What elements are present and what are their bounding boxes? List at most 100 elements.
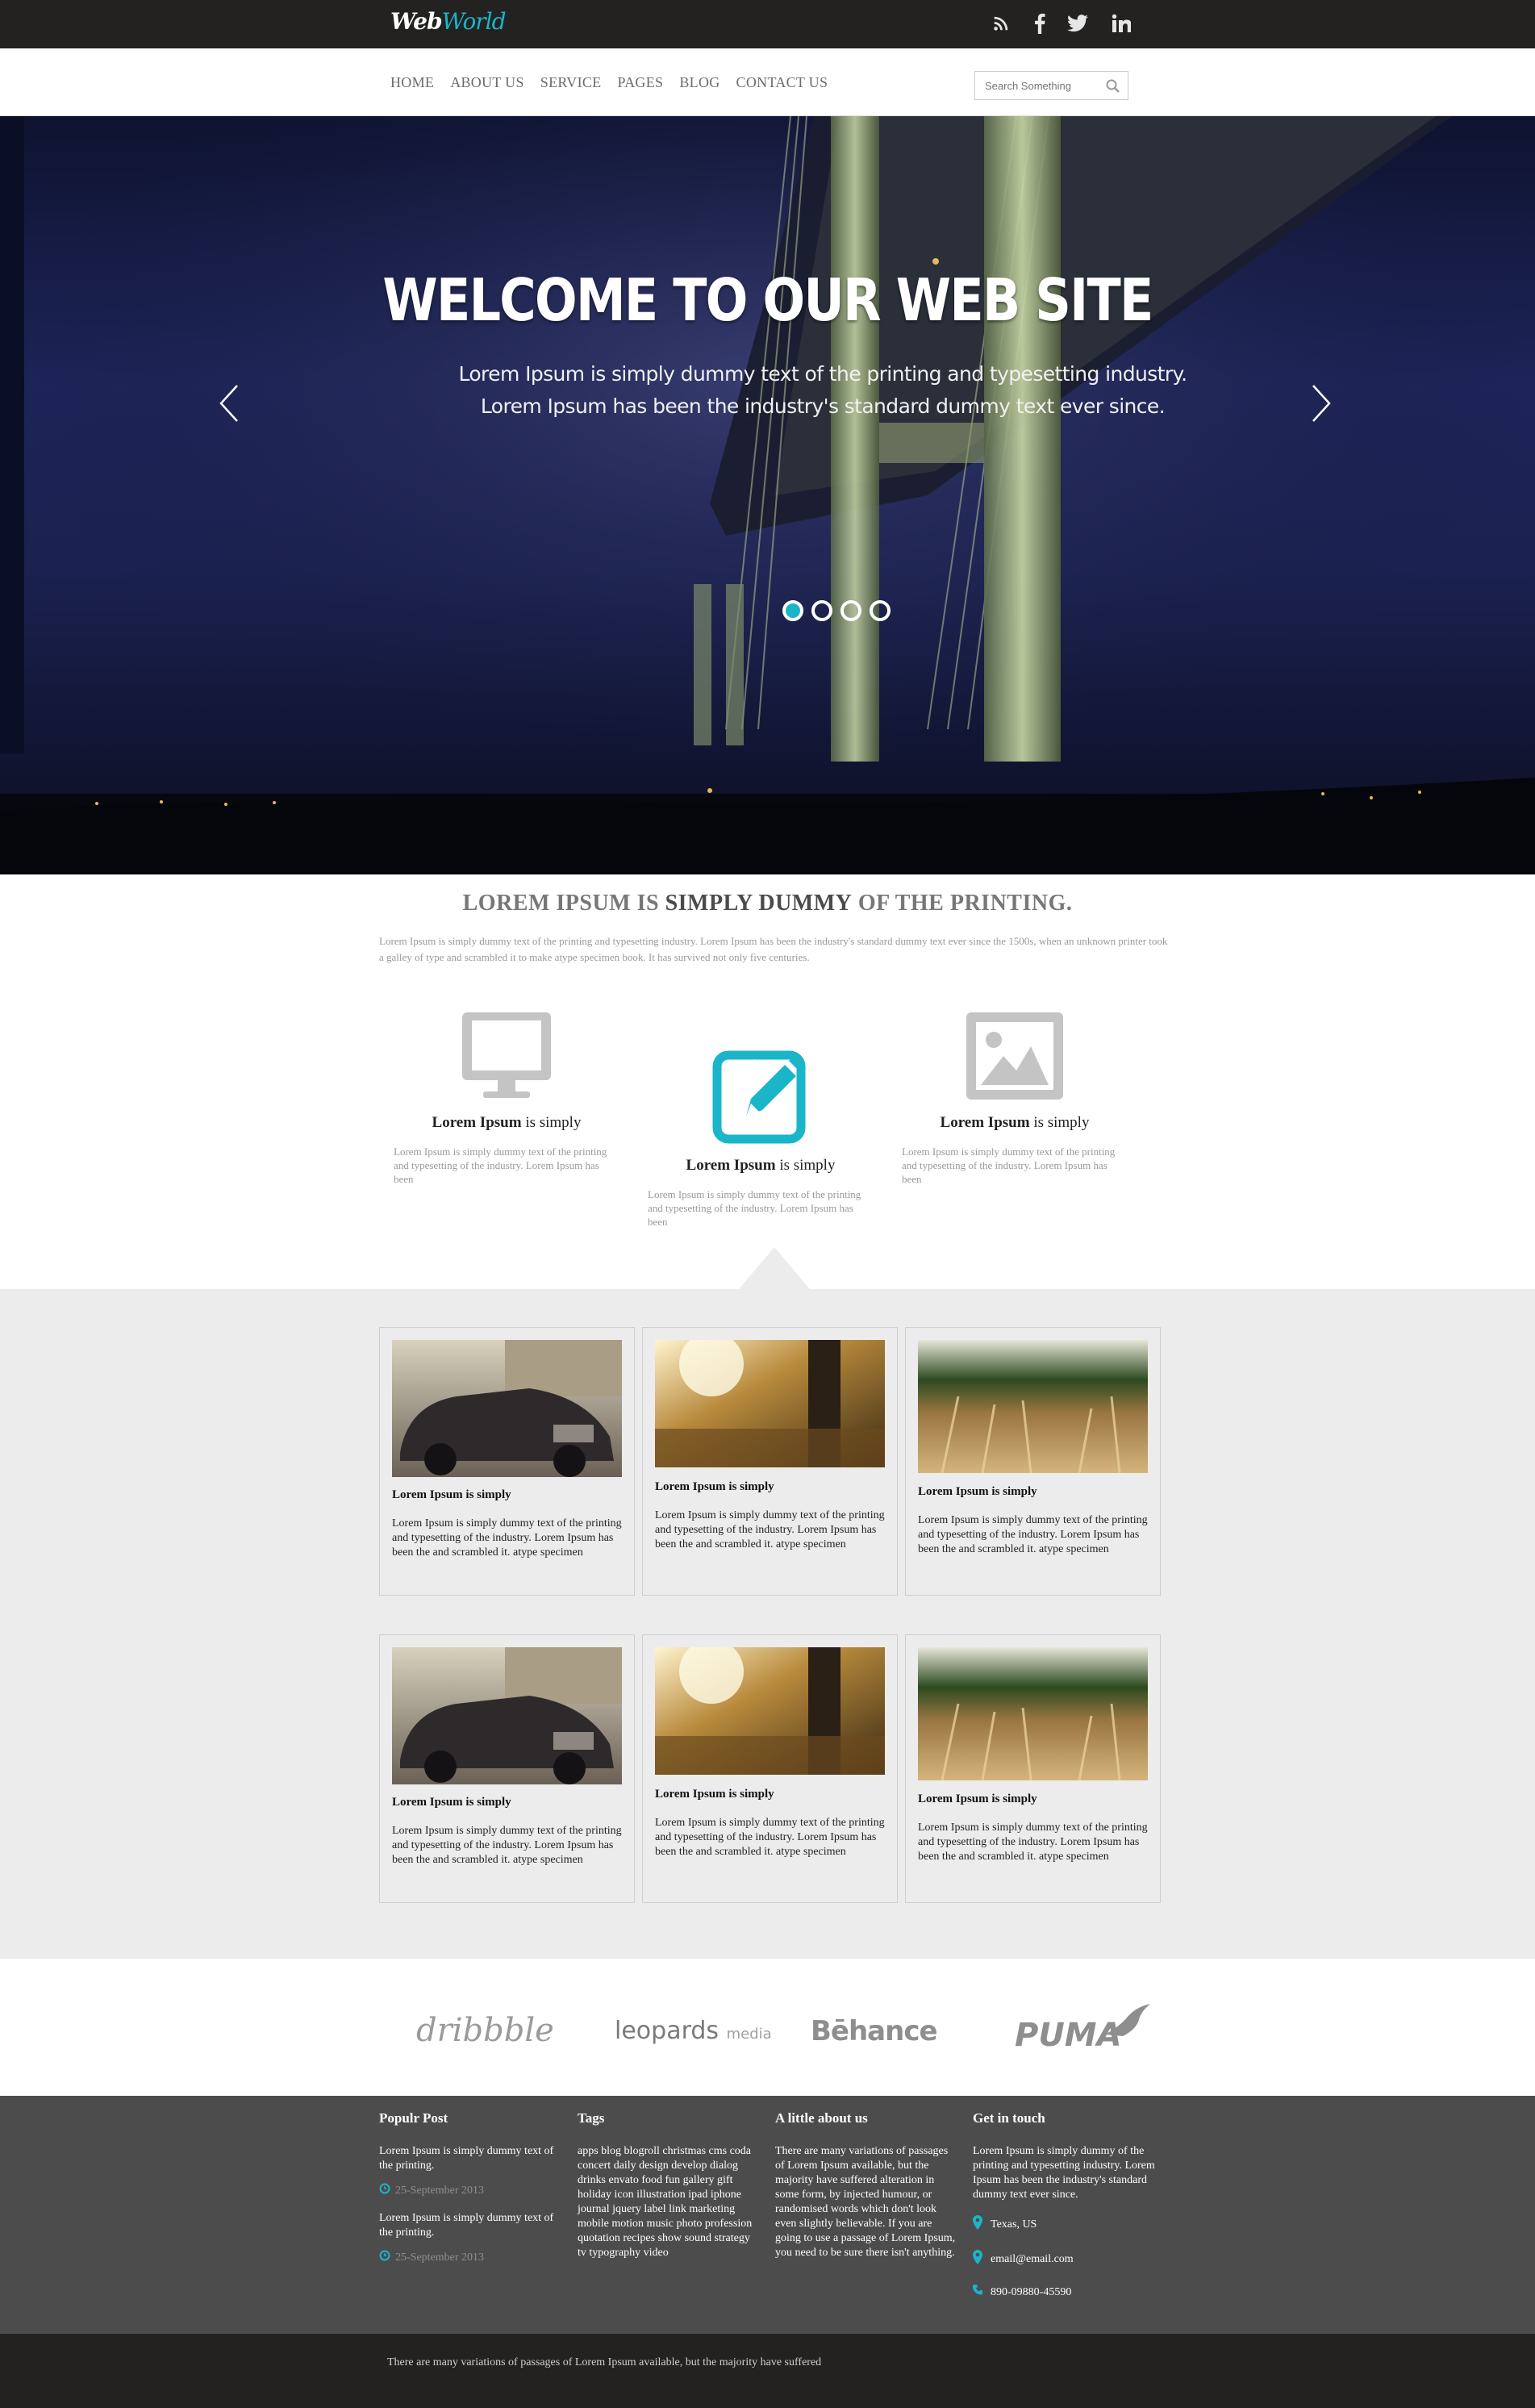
post-date: 25-September 2013 [379,2183,557,2198]
portfolio-card[interactable]: Lorem Ipsum is simply Lorem Ipsum is sim… [379,1634,635,1903]
footer-tags-title: Tags [578,2110,605,2126]
intro-text: Lorem Ipsum is simply dummy text of the … [379,935,1168,963]
wheat-field-photo [918,1340,1148,1473]
intro-title: LOREM IPSUM IS SIMPLY DUMMY OF THE PRINT… [0,891,1535,916]
phone-icon [972,2285,982,2300]
bridge-background-image [0,116,1535,874]
clock-icon [379,2250,390,2265]
post-date-text: 25-September 2013 [395,2184,485,2197]
slider-dot-2[interactable] [811,600,832,621]
feature-2-title-rest: is simply [775,1157,836,1174]
nav-blog[interactable]: BLOG [679,74,720,91]
nav-service[interactable]: SERVICE [540,74,602,91]
card-title: Lorem Ipsum is simply [392,1488,511,1501]
post-date: 25-September 2013 [379,2250,557,2265]
popular-post-link[interactable]: Lorem Ipsum is simply dummy text of the … [379,2211,557,2240]
facebook-icon[interactable] [1028,11,1052,35]
hero-slider [0,116,1535,874]
portfolio-card[interactable]: Lorem Ipsum is simply Lorem Ipsum is sim… [642,1327,898,1596]
feature-2-title-bold: Lorem Ipsum [686,1157,776,1174]
footer-contact: Get in touch Lorem Ipsum is simply dummy… [972,2110,1158,2300]
vintage-car-photo [392,1340,622,1477]
intro-title-part-c: OF THE PRINTING. [852,891,1073,916]
slider-dot-4[interactable] [870,600,891,621]
edit-icon [640,1049,882,1166]
site-logo[interactable]: WebWorld [390,8,507,35]
footer-about-title: A little about us [775,2110,868,2126]
feature-2-title: Lorem Ipsum is simply [640,1157,882,1175]
contact-phone-text: 890-09880-45590 [991,2285,1072,2298]
feature-3-title-rest: is simply [1029,1114,1090,1131]
dribbble-logo[interactable]: dribbble [416,2012,554,2049]
rss-icon[interactable] [989,11,1013,35]
intro-title-part-a: LOREM IPSUM IS [462,891,665,916]
feature-1-desc: Lorem Ipsum is simply dummy text of the … [394,1146,607,1185]
contact-email-text: email@email.com [991,2252,1074,2265]
hero-text: Lorem Ipsum is simply dummy text of the … [458,362,1187,418]
nav-about-us[interactable]: ABOUT US [450,74,524,91]
search-input[interactable] [975,72,1096,99]
footer-tags: Tags apps blog blogroll christmas cms co… [578,2110,758,2260]
feature-3-title-bold: Lorem Ipsum [940,1114,1030,1131]
slider-dot-1[interactable] [782,600,803,621]
search-icon[interactable] [1105,78,1121,94]
nav-pages[interactable]: PAGES [617,74,663,91]
behance-logo[interactable]: Bēhance [811,2015,938,2047]
feature-1: Lorem Ipsum is simply Lorem Ipsum is sim… [386,1011,628,1186]
popular-post-link[interactable]: Lorem Ipsum is simply dummy text of the … [379,2144,557,2173]
intro-title-part-b: SIMPLY DUMMY [665,891,853,916]
vintage-car-photo [392,1647,622,1784]
card-desc: Lorem Ipsum is simply dummy text of the … [655,1817,885,1858]
feature-3: Lorem Ipsum is simply Lorem Ipsum is sim… [894,1011,1136,1186]
card-title: Lorem Ipsum is simply [655,1480,774,1493]
dribbble-logo-text: dribbble [416,2012,554,2049]
leopards-media-logo[interactable]: leopards media [615,2017,772,2045]
main-nav: HOME ABOUT US SERVICE PAGES BLOG CONTACT… [390,74,844,91]
contact-email[interactable]: email@email.com [973,2250,1158,2268]
linkedin-icon[interactable] [1109,11,1133,35]
feature-3-desc: Lorem Ipsum is simply dummy text of the … [902,1146,1116,1185]
twitter-icon[interactable] [1066,11,1090,35]
email-icon [973,2250,982,2268]
bottom-bar-text: There are many variations of passages of… [387,2356,822,2368]
footer [0,2096,1535,2334]
search-box [974,71,1128,100]
feature-1-title: Lorem Ipsum is simply [386,1114,628,1132]
card-title: Lorem Ipsum is simply [918,1792,1037,1805]
card-desc: Lorem Ipsum is simply dummy text of the … [392,1517,622,1559]
card-desc: Lorem Ipsum is simply dummy text of the … [918,1514,1148,1555]
slider-dot-3[interactable] [840,600,861,621]
portfolio-card[interactable]: Lorem Ipsum is simply Lorem Ipsum is sim… [905,1327,1161,1596]
feature-3-title: Lorem Ipsum is simply [894,1114,1136,1132]
footer-about: A little about us There are many variati… [775,2110,957,2260]
footer-popular-posts: Populr Post Lorem Ipsum is simply dummy … [379,2110,557,2278]
footer-popular-title: Populr Post [379,2110,448,2126]
slider-next-arrow[interactable] [1308,379,1333,428]
card-title: Lorem Ipsum is simply [392,1796,511,1809]
card-title: Lorem Ipsum is simply [918,1485,1037,1498]
hero-title: WELCOME TO OUR WEB SITE [382,266,1153,334]
sunlit-forest-photo [655,1340,885,1467]
feature-2: Lorem Ipsum is simply Lorem Ipsum is sim… [640,1049,882,1229]
contact-phone: 890-09880-45590 [972,2285,1158,2300]
footer-about-text: There are many variations of passages of… [775,2145,956,2259]
monitor-icon [386,1011,628,1124]
portfolio-card[interactable]: Lorem Ipsum is simply Lorem Ipsum is sim… [905,1634,1161,1903]
nav-home[interactable]: HOME [390,74,434,91]
tag-list[interactable]: apps blog blogroll christmas cms coda co… [578,2144,758,2260]
behance-logo-text: Bēhance [811,2015,938,2047]
nav-contact-us[interactable]: CONTACT US [736,74,828,91]
footer-contact-title: Get in touch [973,2110,1045,2126]
puma-logo[interactable]: PUMA [1015,2004,1150,2054]
sunlit-forest-photo [655,1647,885,1775]
slider-prev-arrow[interactable] [218,379,242,428]
map-pin-icon [973,2215,982,2234]
feature-2-desc: Lorem Ipsum is simply dummy text of the … [648,1188,861,1228]
portfolio-card[interactable]: Lorem Ipsum is simply Lorem Ipsum is sim… [379,1327,635,1596]
bottom-bar [0,2334,1535,2408]
feature-1-title-rest: is simply [521,1114,582,1131]
portfolio-card[interactable]: Lorem Ipsum is simply Lorem Ipsum is sim… [642,1634,898,1903]
contact-location-text: Texas, US [991,2218,1037,2231]
card-title: Lorem Ipsum is simply [655,1788,774,1801]
card-desc: Lorem Ipsum is simply dummy text of the … [655,1509,885,1550]
